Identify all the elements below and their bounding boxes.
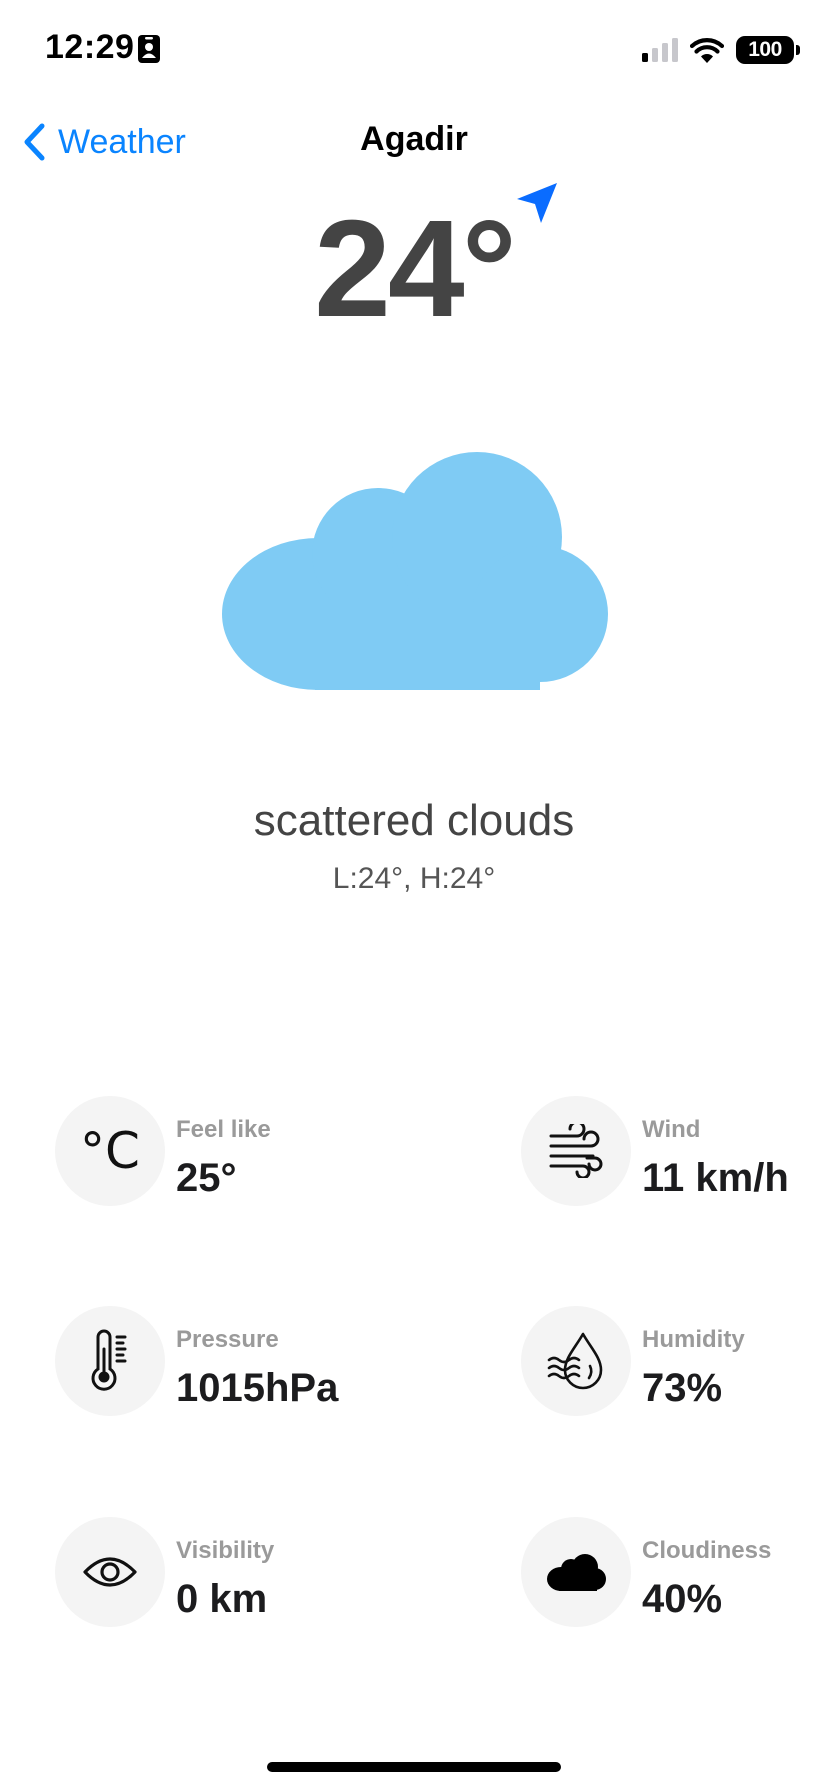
battery-icon: 100 xyxy=(736,36,800,64)
metric-icon-container xyxy=(55,1306,165,1416)
metric-humidity: Humidity 73% xyxy=(521,1306,828,1418)
metric-value: 11 km/h xyxy=(642,1156,789,1200)
metric-value: 1015hPa xyxy=(176,1366,339,1410)
metric-value: 0 km xyxy=(176,1577,268,1621)
cloud-icon xyxy=(222,452,608,690)
status-bar: 12:29 100 xyxy=(0,0,828,100)
metric-value: 25° xyxy=(176,1156,237,1200)
cloud-filled-icon xyxy=(547,1554,606,1591)
status-time: 12:29 xyxy=(45,28,135,66)
metric-feel-like: °C Feel like 25° xyxy=(55,1096,385,1208)
metric-icon-container: °C xyxy=(55,1096,165,1206)
metric-value: 73% xyxy=(642,1366,723,1410)
eye-icon xyxy=(83,1557,137,1587)
metric-label: Visibility xyxy=(176,1537,275,1564)
metric-cloudiness: Cloudiness 40% xyxy=(521,1517,828,1629)
metric-label: Humidity xyxy=(642,1326,745,1353)
contact-card-icon xyxy=(138,35,160,63)
battery-cap xyxy=(796,45,800,55)
metric-label: Feel like xyxy=(176,1116,271,1143)
wind-icon xyxy=(549,1124,603,1178)
status-indicators: 100 xyxy=(642,34,800,66)
metric-visibility: Visibility 0 km xyxy=(55,1517,385,1629)
metric-icon-container xyxy=(521,1306,631,1416)
home-indicator[interactable] xyxy=(267,1762,561,1772)
metric-label: Wind xyxy=(642,1116,701,1143)
location-arrow-icon[interactable] xyxy=(515,181,559,225)
page-title: Agadir xyxy=(360,120,468,158)
thermometer-icon xyxy=(91,1329,127,1391)
metric-icon-container xyxy=(521,1517,631,1627)
celsius-icon: °C xyxy=(80,1122,140,1180)
low-high-temperature: L:24°, H:24° xyxy=(332,862,496,895)
cellular-signal-icon xyxy=(642,38,678,62)
current-temperature: 24° xyxy=(314,192,517,346)
metric-wind: Wind 11 km/h xyxy=(521,1096,828,1208)
metric-icon-container xyxy=(55,1517,165,1627)
metric-icon-container xyxy=(521,1096,631,1206)
metric-pressure: Pressure 1015hPa xyxy=(55,1306,385,1418)
metric-label: Pressure xyxy=(176,1326,279,1353)
metric-label: Cloudiness xyxy=(642,1537,772,1564)
battery-level: 100 xyxy=(748,38,782,61)
wifi-icon xyxy=(690,38,724,63)
humidity-icon xyxy=(547,1332,603,1390)
metric-value: 40% xyxy=(642,1577,723,1621)
weather-description: scattered clouds xyxy=(253,796,575,845)
